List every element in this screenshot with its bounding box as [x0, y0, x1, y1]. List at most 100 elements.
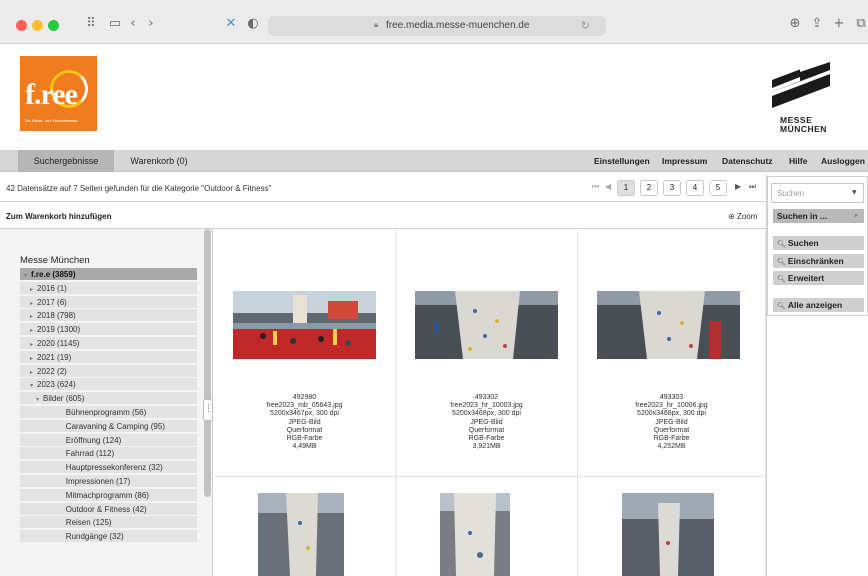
page-button-2[interactable]: 2: [640, 180, 658, 196]
tree-node-label: f.re.e (3859): [31, 270, 76, 279]
zoom-button[interactable]: ⊕ Zoom: [728, 212, 757, 221]
free-logo-tagline: Die Reise- und Freizeitmesse.: [25, 118, 79, 123]
tree-node[interactable]: Reisen (125): [20, 516, 197, 530]
chevron-right-icon[interactable]: ▸: [30, 313, 33, 320]
advanced-search-button[interactable]: 🔍︎ Erweitert: [773, 271, 864, 285]
tree-node[interactable]: ▸ 2022 (2): [20, 364, 197, 378]
last-page-icon[interactable]: ⏭: [749, 182, 756, 192]
shield-icon[interactable]: ◐: [244, 15, 262, 33]
first-page-icon[interactable]: ⏮: [592, 182, 599, 192]
tree-node[interactable]: Eröffnung (124): [20, 433, 197, 447]
tree-node[interactable]: ▸ 2018 (798): [20, 309, 197, 323]
chevron-right-icon[interactable]: ▸: [30, 327, 33, 334]
tree-node-label: Eröffnung (124): [65, 435, 122, 445]
chevron-down-icon[interactable]: ▾: [36, 396, 39, 403]
result-card[interactable]: 493302 free2023_hr_10003.jpg 5200x3468px…: [396, 229, 578, 477]
tree-node[interactable]: ▸ 2016 (1): [20, 281, 197, 295]
chevron-right-icon[interactable]: ▸: [30, 341, 33, 348]
refine-button[interactable]: 🔍︎ Einschränken: [773, 254, 864, 268]
share-icon[interactable]: ⇪: [808, 15, 826, 33]
page-button-3[interactable]: 3: [663, 180, 681, 196]
result-card[interactable]: [578, 477, 766, 576]
new-tab-icon[interactable]: +: [830, 15, 848, 33]
add-to-cart-button[interactable]: Zum Warenkorb hinzufügen: [6, 212, 111, 221]
result-card[interactable]: 492980 free2023_mb_05643.jpg 5200x3467px…: [214, 229, 396, 477]
reload-icon[interactable]: ↻: [581, 19, 590, 32]
search-in-dropdown[interactable]: Suchen in ... ▸: [773, 209, 864, 223]
sidebar-grid-icon[interactable]: ⠿: [82, 15, 100, 33]
page-button-5[interactable]: 5: [709, 180, 727, 196]
page-button-1[interactable]: 1: [617, 180, 635, 196]
nav-link-privacy[interactable]: Datenschutz: [722, 150, 773, 172]
address-bar[interactable]: 🔒︎ free.media.messe-muenchen.de ↻: [268, 16, 606, 36]
result-thumbnail[interactable]: [440, 493, 510, 576]
forward-icon[interactable]: ›: [142, 15, 160, 33]
tree-node-label: Bilder (605): [43, 394, 85, 404]
show-all-button[interactable]: 🔍︎ Alle anzeigen: [773, 298, 864, 312]
tree-node[interactable]: ▾ 2023 (624): [20, 378, 197, 392]
tree-node[interactable]: Caravaning & Camping (95): [20, 419, 197, 433]
next-page-icon[interactable]: ▶: [735, 182, 741, 191]
tree-node-label: Mitmachprogramm (86): [65, 490, 149, 500]
search-icon: 🔍︎: [777, 302, 786, 310]
chevron-down-icon[interactable]: ▼: [852, 189, 857, 196]
chevron-down-icon[interactable]: ▾: [24, 272, 27, 279]
tree-node[interactable]: ▸ 2020 (1145): [20, 337, 197, 350]
chevron-right-icon[interactable]: ▸: [30, 355, 33, 362]
nav-link-settings[interactable]: Einstellungen: [594, 150, 650, 172]
zoom-window-button[interactable]: [48, 20, 59, 31]
result-thumbnail[interactable]: [258, 493, 344, 576]
tree-node[interactable]: Mitmachprogramm (86): [20, 488, 197, 502]
download-icon[interactable]: ⊕: [786, 15, 804, 33]
result-id: 493303: [659, 394, 684, 401]
tree-node[interactable]: ▸ 2021 (19): [20, 350, 197, 364]
tab-search-results[interactable]: Suchergebnisse: [18, 150, 114, 172]
result-thumbnail[interactable]: [233, 291, 376, 359]
tree-node[interactable]: Hauptpressekonferenz (32): [20, 461, 197, 475]
search-in-label: Suchen in ...: [777, 211, 828, 221]
result-filesize: 3,921MB: [472, 443, 501, 451]
result-card[interactable]: [396, 477, 578, 576]
category-tree: Messe München ▾ f.re.e (3859) ▸ 2016 (1) ▸ 20…: [0, 229, 213, 576]
tree-node[interactable]: ▸ 2019 (1300): [20, 323, 197, 337]
extension-icon[interactable]: ✕: [222, 15, 240, 33]
close-window-button[interactable]: [16, 20, 27, 31]
chevron-right-icon[interactable]: ▸: [30, 286, 33, 293]
tree-node[interactable]: Impressionen (17): [20, 475, 197, 488]
result-thumbnail[interactable]: [622, 493, 714, 576]
tree-node[interactable]: Fahrrad (112): [20, 447, 197, 461]
chevron-right-icon[interactable]: ▸: [30, 300, 33, 307]
tree-node[interactable]: Rundgänge (32): [20, 530, 197, 544]
tree-node[interactable]: ▾ f.re.e (3859): [20, 268, 197, 281]
result-thumbnail[interactable]: [597, 291, 740, 359]
tree-scrollbar[interactable]: [204, 229, 211, 497]
result-orientation: Querformat: [653, 426, 690, 434]
tree-node-label: 2022 (2): [37, 366, 67, 376]
search-button[interactable]: 🔍︎ Suchen: [773, 236, 864, 250]
page-button-4[interactable]: 4: [686, 180, 704, 196]
panel-resize-handle[interactable]: ⋮: [203, 399, 213, 421]
tree-node[interactable]: ▾ Bilder (605): [20, 392, 197, 406]
tab-cart[interactable]: Warenkorb (0): [114, 150, 204, 172]
prev-page-icon[interactable]: ◀: [605, 182, 611, 191]
tree-node-label: Caravaning & Camping (95): [65, 421, 165, 431]
result-card[interactable]: 493303 free2023_hr_10006.jpg 5200x3468px…: [578, 229, 766, 477]
nav-link-help[interactable]: Hilfe: [789, 150, 807, 172]
sidebar-icon[interactable]: ▭: [106, 15, 124, 33]
tree-node[interactable]: Outdoor & Fitness (42): [20, 502, 197, 516]
tab-overview-icon[interactable]: ⧉: [852, 15, 868, 33]
search-input[interactable]: Suchen: [771, 183, 864, 203]
chevron-right-icon[interactable]: ▸: [30, 369, 33, 376]
tree-node[interactable]: Bühnenprogramm (56): [20, 406, 197, 419]
result-thumbnail[interactable]: [415, 291, 558, 359]
result-card[interactable]: [214, 477, 396, 576]
nav-link-imprint[interactable]: Impressum: [662, 150, 707, 172]
show-all-button-label: Alle anzeigen: [787, 300, 843, 310]
search-icon: 🔍︎: [777, 240, 786, 248]
nav-link-logout[interactable]: Ausloggen: [821, 150, 865, 172]
minimize-window-button[interactable]: [32, 20, 43, 31]
back-icon[interactable]: ‹: [124, 15, 142, 33]
chevron-down-icon[interactable]: ▾: [30, 382, 33, 389]
tree-node[interactable]: ▸ 2017 (6): [20, 295, 197, 309]
result-dimensions: 5200x3468px, 300 dpi: [637, 410, 706, 418]
